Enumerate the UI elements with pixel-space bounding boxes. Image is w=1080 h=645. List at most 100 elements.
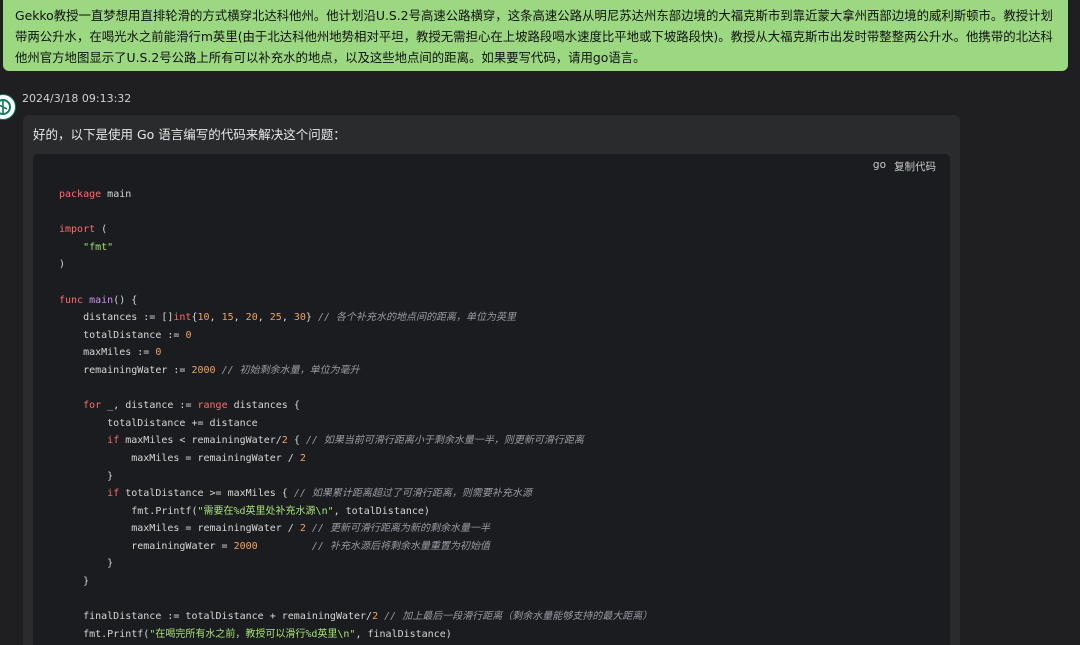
code-token: 0 (185, 329, 192, 341)
code-line: totalDistance := 0 (59, 327, 652, 345)
code-token: // 补充水源后将剩余水量重置为初始值 (311, 540, 490, 552)
code-line: func main() { (59, 292, 652, 310)
code-line: package main (59, 186, 652, 204)
code-line: for _, distance := range distances { (59, 397, 652, 415)
code-token: 15 (221, 312, 234, 324)
code-token: remainingWater := (59, 364, 192, 376)
code-token: remainingWater = (59, 540, 234, 552)
code-token: maxMiles = remainingWater / (59, 523, 300, 535)
code-token: maxMiles < remainingWater/ (119, 435, 282, 447)
answer-intro-text: 好的，以下是使用 Go 语言编写的代码来解决这个问题： (33, 127, 346, 142)
code-line: totalDistance += distance (59, 415, 652, 433)
code-token: } (59, 470, 114, 482)
code-token: // 各个补充水的地点间的距离，单位为英里 (317, 312, 517, 324)
code-token: 0 (155, 347, 162, 359)
code-token: "需要在%d英里处补充水源\n" (197, 505, 334, 517)
code-content: package main import ( "fmt") func main()… (59, 186, 652, 643)
code-token: totalDistance >= maxMiles { (119, 488, 294, 500)
code-token: } (59, 576, 90, 588)
code-token: { (287, 435, 306, 447)
code-token: distances { (227, 400, 300, 412)
code-token: for (83, 400, 102, 412)
code-token: , finalDistance) (355, 628, 452, 640)
code-line: distances := []int{10, 15, 20, 25, 30} /… (59, 309, 652, 327)
user-question-bubble: Gekko教授一直梦想用直排轮滑的方式横穿北达科他州。他计划沿U.S.2号高速公… (3, 0, 1068, 71)
question-text: Gekko教授一直梦想用直排轮滑的方式横穿北达科他州。他计划沿U.S.2号高速公… (15, 8, 1053, 65)
code-line: } (59, 468, 652, 486)
code-token: 20 (245, 312, 258, 324)
code-line: } (59, 573, 652, 591)
code-token: } (305, 312, 318, 324)
code-block: go 复制代码 package main import ( "fmt") fun… (33, 154, 950, 645)
code-token: // 加上最后一段滑行距离（剩余水量能够支持的最大距离） (384, 611, 653, 623)
code-token: maxMiles = remainingWater / (59, 452, 300, 464)
code-token: maxMiles := (59, 347, 156, 359)
code-line: "fmt" (59, 239, 652, 257)
code-token: 2000 (233, 540, 258, 552)
code-language-label: go (872, 159, 886, 171)
code-line: fmt.Printf("在喝完所有水之前，教授可以滑行%d英里\n", fina… (59, 626, 652, 644)
assistant-answer-bubble: 好的，以下是使用 Go 语言编写的代码来解决这个问题： go 复制代码 pack… (23, 115, 960, 645)
code-token: , (257, 312, 270, 324)
code-line: maxMiles = remainingWater / 2 (59, 450, 652, 468)
code-token: range (197, 400, 228, 412)
code-token: func (59, 294, 84, 306)
code-token: _, distance := (101, 400, 198, 412)
code-token: if (107, 488, 120, 500)
code-token: 10 (197, 312, 210, 324)
code-line: maxMiles = remainingWater / 2 // 更新可滑行距离… (59, 520, 652, 538)
code-line: fmt.Printf("需要在%d英里处补充水源\n", totalDistan… (59, 503, 652, 521)
code-token: () { (113, 294, 138, 306)
code-token: int (173, 312, 192, 324)
code-token: package (59, 189, 102, 200)
code-token: "在喝完所有水之前，教授可以滑行%d英里\n" (149, 628, 356, 640)
code-token: 30 (293, 312, 306, 324)
code-line: remainingWater = 2000 // 补充水源后将剩余水量重置为初始… (59, 538, 652, 556)
code-token: // 如果当前可滑行距离小于剩余水量一半，则更新可滑行距离 (305, 435, 584, 447)
code-token: "fmt" (83, 241, 114, 253)
code-token: } (59, 558, 114, 570)
code-line: if maxMiles < remainingWater/2 { // 如果当前… (59, 432, 652, 450)
code-line: } (59, 555, 652, 573)
code-token: 2 (299, 452, 306, 464)
code-token: ( (95, 224, 108, 236)
code-token: import (59, 224, 96, 236)
code-token: 2000 (191, 364, 216, 376)
code-token: // 更新可滑行距离为新的剩余水量一半 (311, 523, 490, 535)
code-line: if totalDistance >= maxMiles { // 如果累计距离… (59, 485, 652, 503)
code-token: totalDistance += distance (59, 417, 258, 429)
code-token: fmt.Printf( (59, 505, 198, 517)
code-token: main (101, 189, 132, 200)
code-token: if (107, 435, 120, 447)
message-timestamp: 2024/3/18 09:13:32 (22, 92, 132, 105)
code-token: main (89, 294, 114, 306)
code-header: go 复制代码 (873, 159, 936, 174)
code-token: finalDistance := totalDistance + remaini… (59, 611, 373, 623)
code-line: remainingWater := 2000 // 初始剩余水量，单位为毫升 (59, 362, 652, 380)
code-token: 25 (269, 312, 282, 324)
code-token: , (209, 312, 222, 324)
code-token: ) (59, 259, 66, 271)
copy-code-button[interactable]: 复制代码 (894, 159, 936, 174)
code-token: , (281, 312, 294, 324)
code-token: // 如果累计距离超过了可滑行距离，则需要补充水源 (293, 488, 532, 500)
code-token: totalDistance := (59, 329, 186, 341)
code-token: distances := [] (59, 312, 174, 324)
assistant-logo-icon (0, 99, 11, 115)
code-line: maxMiles := 0 (59, 344, 652, 362)
code-token: , totalDistance) (333, 505, 430, 517)
code-token: , (233, 312, 246, 324)
code-line: ) (59, 256, 652, 274)
code-line: import ( (59, 221, 652, 239)
code-token: // 初始剩余水量，单位为毫升 (221, 364, 360, 376)
assistant-avatar (0, 94, 16, 120)
code-token: fmt.Printf( (59, 628, 150, 640)
code-line: finalDistance := totalDistance + remaini… (59, 608, 652, 626)
